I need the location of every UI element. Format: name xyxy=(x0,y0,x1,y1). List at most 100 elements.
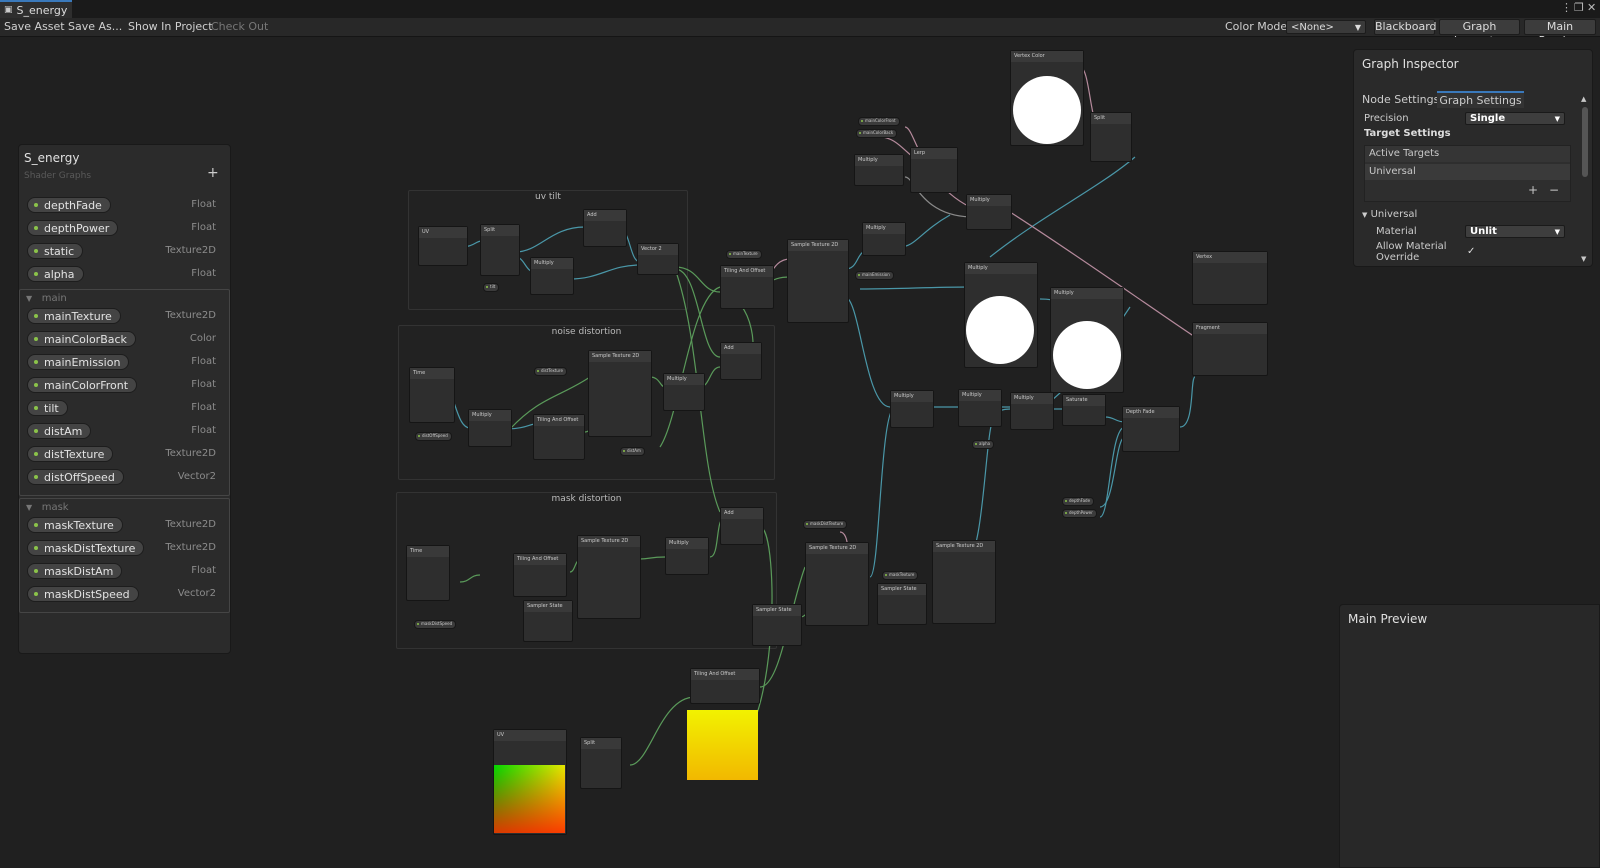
blackboard-toggle[interactable]: Blackboard xyxy=(1374,19,1437,35)
multiply-node[interactable]: Multiply xyxy=(862,222,906,256)
multiply-node[interactable]: Multiply xyxy=(958,389,1002,427)
fragment-master-node[interactable]: Fragment xyxy=(1192,322,1268,376)
property-row[interactable]: depthFade Float xyxy=(19,194,230,216)
multiply-node[interactable]: Multiply xyxy=(468,409,512,447)
pill-depth-fade[interactable]: depthFade xyxy=(1062,497,1095,506)
pill-tilt[interactable]: tilt xyxy=(483,283,500,292)
add-node[interactable]: Add xyxy=(720,507,764,545)
multiply-node[interactable]: Multiply xyxy=(663,373,705,411)
property-row[interactable]: alpha Float xyxy=(19,263,230,285)
split-node[interactable]: Split xyxy=(480,224,520,276)
property-row[interactable]: maskDistTexture Texture2D xyxy=(19,537,230,559)
property-pill[interactable]: alpha xyxy=(27,266,84,282)
multiply-node[interactable]: Multiply xyxy=(966,194,1012,230)
property-row[interactable]: distTexture Texture2D xyxy=(19,443,230,465)
graph-inspector-toggle[interactable]: Graph Inspector xyxy=(1439,19,1520,47)
vertex-master-node[interactable]: Vertex xyxy=(1192,251,1268,305)
property-row[interactable]: maskDistAm Float xyxy=(19,560,230,582)
property-row[interactable]: mainColorFront Float xyxy=(19,374,230,396)
property-pill[interactable]: mainTexture xyxy=(27,308,121,324)
allow-override-checkbox[interactable]: ✓ xyxy=(1467,246,1475,257)
scroll-up-icon[interactable]: ▲ xyxy=(1581,95,1586,103)
saturate-node[interactable]: Saturate xyxy=(1062,394,1106,426)
multiply-node[interactable]: Multiply xyxy=(1010,392,1054,430)
sample-texture-node[interactable]: Sample Texture 2D xyxy=(805,542,869,626)
main-preview-panel[interactable]: Main Preview xyxy=(1339,604,1600,868)
property-row[interactable]: mainColorBack Color xyxy=(19,328,230,350)
property-pill[interactable]: distOffSpeed xyxy=(27,469,124,485)
pill-dist-am[interactable]: distAm xyxy=(620,447,645,456)
precision-select[interactable]: Single ▼ xyxy=(1465,112,1565,125)
property-row[interactable]: distOffSpeed Vector2 xyxy=(19,466,230,488)
document-tab[interactable]: ▣ S_energy xyxy=(0,0,72,18)
pill-main-color-back[interactable]: mainColorBack xyxy=(856,129,898,138)
pill-mask-texture[interactable]: maskTexture xyxy=(882,571,919,580)
time-node[interactable]: Time xyxy=(409,367,455,423)
tiling-offset-node[interactable]: Tiling And Offset xyxy=(690,668,760,704)
property-pill[interactable]: static xyxy=(27,243,84,259)
multiply-node[interactable]: Multiply xyxy=(890,390,934,428)
property-row[interactable]: tilt Float xyxy=(19,397,230,419)
property-pill[interactable]: maskDistTexture xyxy=(27,540,145,556)
tiling-offset-node[interactable]: Tiling And Offset xyxy=(533,414,585,460)
main-preview-toggle[interactable]: Main Preview xyxy=(1524,19,1596,47)
maximize-icon[interactable]: ❐ xyxy=(1574,1,1584,14)
tiling-offset-node[interactable]: Tiling And Offset xyxy=(720,265,774,309)
scroll-down-icon[interactable]: ▼ xyxy=(1581,255,1586,263)
pill-main-emission[interactable]: mainEmission xyxy=(855,271,894,280)
sample-texture-node[interactable]: Sample Texture 2D xyxy=(588,350,652,437)
property-pill[interactable]: mainColorBack xyxy=(27,331,136,347)
save-asset-button[interactable]: Save Asset xyxy=(4,18,65,36)
property-row[interactable]: mainTexture Texture2D xyxy=(19,305,230,327)
property-pill[interactable]: mainEmission xyxy=(27,354,130,370)
sample-texture-node[interactable]: Sample Texture 2D xyxy=(787,239,849,323)
kebab-menu-icon[interactable]: ⋮ xyxy=(1561,1,1572,14)
time-node[interactable]: Time xyxy=(406,545,450,601)
property-row[interactable]: maskTexture Texture2D xyxy=(19,514,230,536)
pill-mask-dist-texture[interactable]: maskDistTexture xyxy=(803,520,848,529)
multiply-node[interactable]: Multiply xyxy=(530,257,574,295)
uv-node[interactable]: UV xyxy=(418,226,468,266)
property-row[interactable]: depthPower Float xyxy=(19,217,230,239)
property-pill[interactable]: distAm xyxy=(27,423,92,439)
sample-texture-node[interactable]: Sample Texture 2D xyxy=(932,540,996,624)
tab-graph-settings[interactable]: Graph Settings xyxy=(1437,91,1524,108)
add-node[interactable]: Add xyxy=(720,342,762,380)
lerp-node[interactable]: Lerp xyxy=(910,147,958,193)
target-item-universal[interactable]: Universal xyxy=(1365,164,1570,180)
property-row[interactable]: mainEmission Float xyxy=(19,351,230,373)
close-icon[interactable]: ✕ xyxy=(1587,1,1596,14)
vector2-node[interactable]: Vector 2 xyxy=(637,243,679,275)
pill-depth-power[interactable]: depthPower xyxy=(1062,509,1097,518)
property-pill[interactable]: maskDistAm xyxy=(27,563,123,579)
property-pill[interactable]: depthPower xyxy=(27,220,119,236)
tab-node-settings[interactable]: Node Settings xyxy=(1362,91,1439,108)
show-in-project-button[interactable]: Show In Project xyxy=(128,18,213,36)
pill-dist-off-speed[interactable]: distOffSpeed xyxy=(415,432,452,441)
category-mask-header[interactable]: ▼ mask xyxy=(26,502,69,513)
pill-main-texture[interactable]: mainTexture xyxy=(726,250,762,259)
sampler-state-node[interactable]: Sampler State xyxy=(752,604,802,646)
check-out-button[interactable]: Check Out xyxy=(211,18,268,36)
pill-main-color-front[interactable]: mainColorFront xyxy=(858,117,900,126)
property-pill[interactable]: tilt xyxy=(27,400,68,416)
blackboard-panel[interactable]: S_energy Shader Graphs + depthFade Float … xyxy=(18,144,231,654)
pill-alpha[interactable]: alpha xyxy=(972,440,995,449)
depth-fade-node[interactable]: Depth Fade xyxy=(1122,406,1180,452)
universal-section-header[interactable]: ▼ Universal xyxy=(1362,209,1417,220)
property-pill[interactable]: maskTexture xyxy=(27,517,123,533)
sampler-state-node[interactable]: Sampler State xyxy=(523,600,573,642)
add-target-icon[interactable]: + xyxy=(1528,183,1538,197)
inspector-scrollbar[interactable]: ▲ ▼ xyxy=(1581,95,1589,265)
graph-inspector-panel[interactable]: Graph Inspector Node Settings Graph Sett… xyxy=(1353,49,1593,267)
material-select[interactable]: Unlit ▼ xyxy=(1465,225,1565,238)
split-node[interactable]: Split xyxy=(580,737,622,789)
property-pill[interactable]: distTexture xyxy=(27,446,114,462)
category-main-header[interactable]: ▼ main xyxy=(26,293,67,304)
sampler-state-node[interactable]: Sampler State xyxy=(877,583,927,625)
property-row[interactable]: distAm Float xyxy=(19,420,230,442)
remove-target-icon[interactable]: − xyxy=(1549,183,1559,197)
pill-dist-texture[interactable]: distTexture xyxy=(534,367,567,376)
property-pill[interactable]: mainColorFront xyxy=(27,377,138,393)
property-pill[interactable]: depthFade xyxy=(27,197,111,213)
